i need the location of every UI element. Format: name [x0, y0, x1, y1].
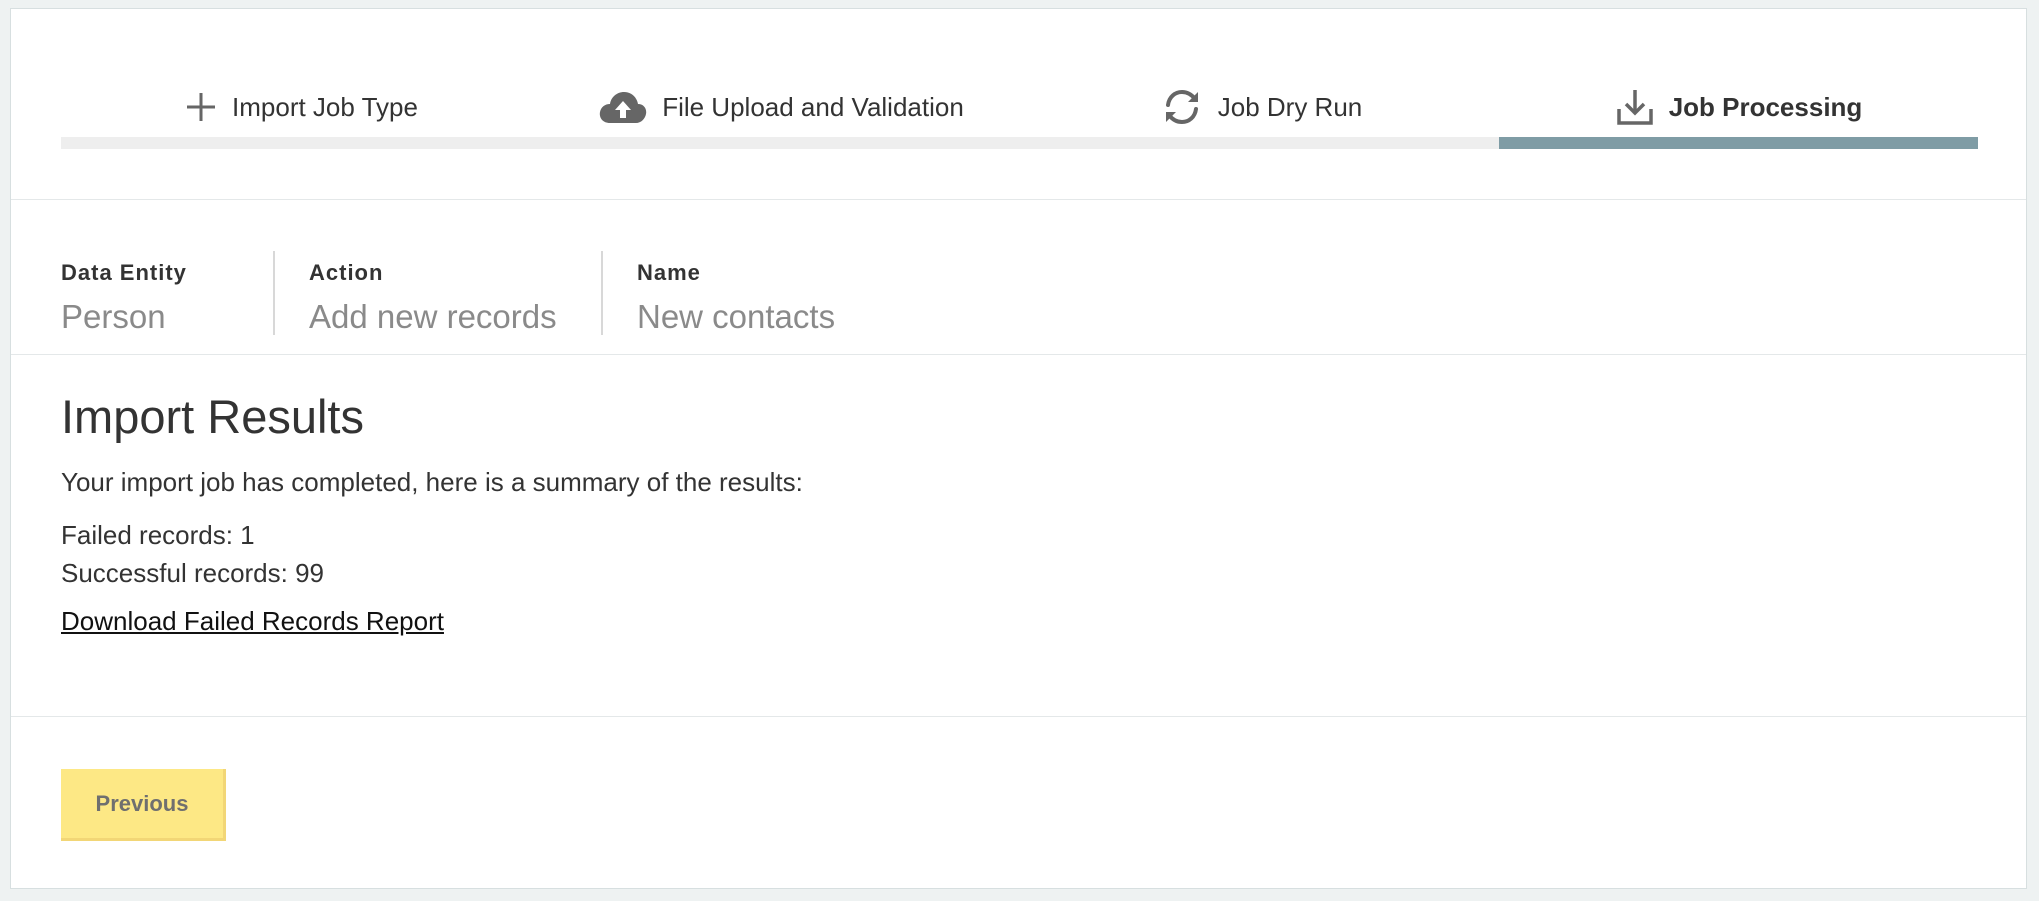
wizard-stepper: Import Job Type File Upload and Validati… [61, 9, 1978, 169]
job-summary-row: Data Entity Person Action Add new record… [61, 251, 899, 337]
import-results-section: Import Results Your import job has compl… [61, 389, 1861, 637]
cloud-upload-icon [598, 89, 648, 125]
step-label: Job Dry Run [1217, 91, 1363, 122]
action-field: Action Add new records [309, 251, 603, 337]
data-entity-field: Data Entity Person [61, 251, 275, 337]
name-field: Name New contacts [637, 251, 865, 337]
step-progress-fill [1499, 137, 1978, 149]
page-title: Import Results [61, 390, 364, 443]
import-wizard-card: Import Job Type File Upload and Validati… [10, 8, 2027, 889]
step-progress-track [61, 137, 1978, 149]
step-label: Import Job Type [232, 91, 418, 122]
failed-records-count: Failed records: 1 [61, 520, 255, 550]
action-value: Add new records [309, 298, 557, 335]
name-value: New contacts [637, 298, 836, 335]
data-entity-label: Data Entity [61, 260, 187, 285]
results-intro: Your import job has completed, here is a… [61, 467, 803, 497]
section-divider [11, 199, 2026, 200]
step-job-processing[interactable]: Job Processing [1499, 79, 1978, 135]
download-icon [1615, 87, 1655, 127]
step-job-dry-run[interactable]: Job Dry Run [1021, 79, 1501, 135]
step-import-job-type[interactable]: Import Job Type [61, 79, 541, 135]
previous-button[interactable]: Previous [61, 769, 226, 841]
successful-records-count: Successful records: 99 [61, 558, 325, 588]
results-stats: Failed records: 1 Successful records: 99 [61, 516, 1861, 592]
name-label: Name [637, 260, 701, 285]
step-file-upload[interactable]: File Upload and Validation [541, 79, 1021, 135]
sync-icon [1160, 88, 1204, 126]
section-divider [11, 716, 2026, 717]
step-label: File Upload and Validation [662, 91, 964, 122]
action-label: Action [309, 260, 384, 285]
step-label: Job Processing [1668, 91, 1863, 122]
section-divider [11, 354, 2026, 355]
plus-icon [184, 90, 218, 124]
download-failed-report-link[interactable]: Download Failed Records Report [61, 606, 444, 637]
data-entity-value: Person [61, 298, 166, 335]
